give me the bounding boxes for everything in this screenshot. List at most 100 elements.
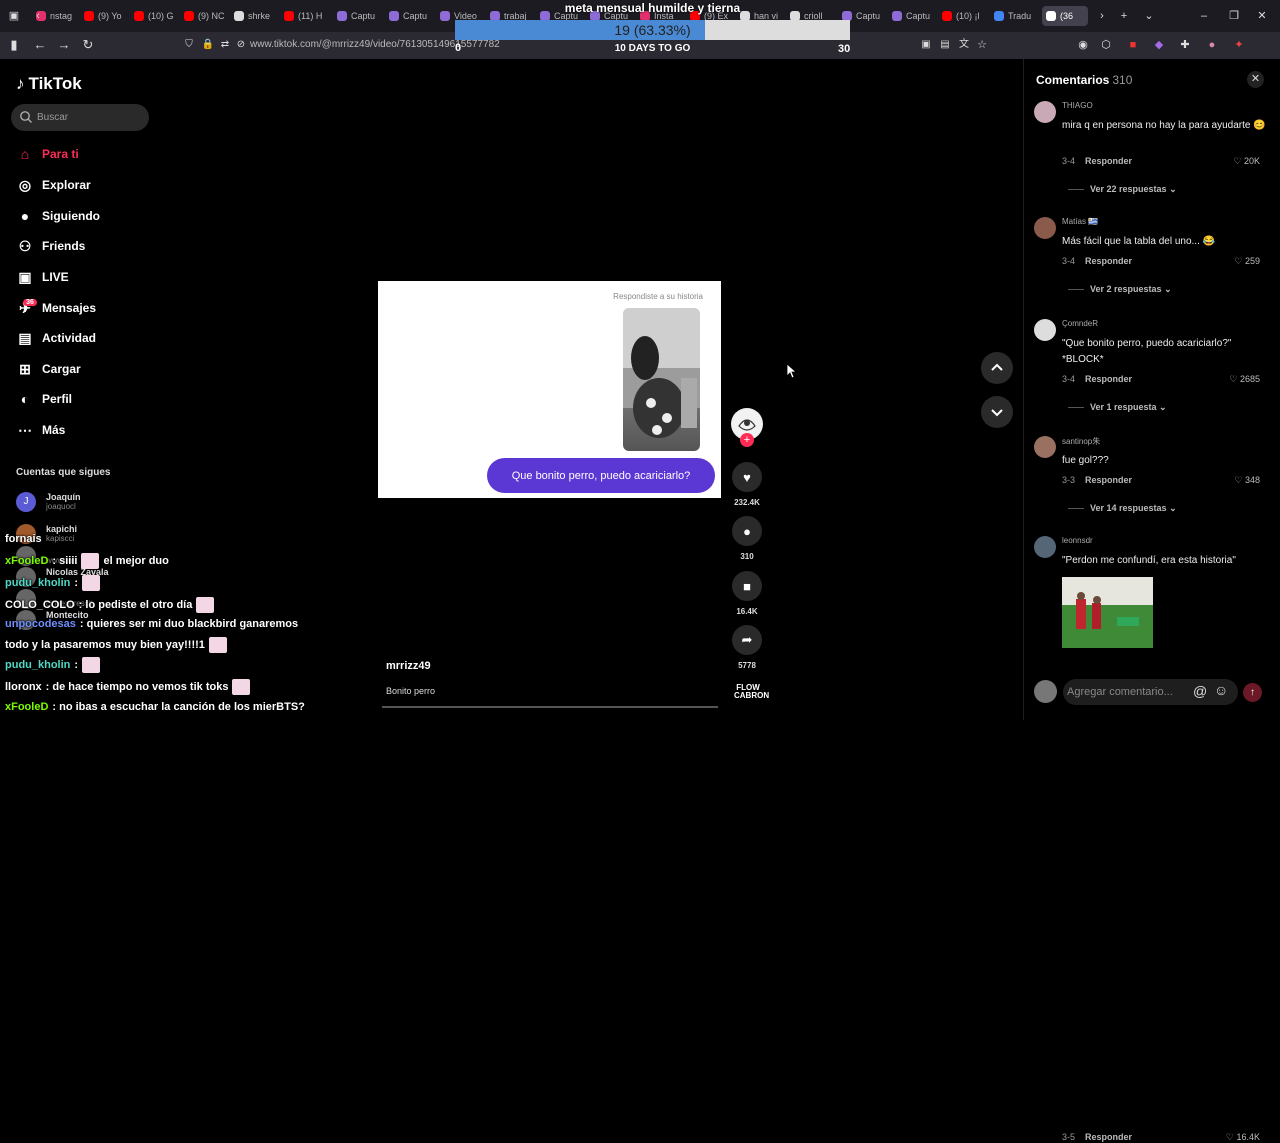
browser-tab[interactable]: (36 [1042, 6, 1088, 26]
reply-button[interactable]: Responder [1085, 374, 1132, 384]
tab-favicon-icon [184, 11, 194, 21]
close-window-icon[interactable]: ✕ [1254, 8, 1270, 24]
reply-button[interactable]: Responder [1085, 256, 1132, 266]
translate-icon[interactable]: 文 [956, 37, 972, 53]
comment-like-button[interactable]: ♡ 2685 [1229, 374, 1260, 385]
goal-progress-bar: 19 (63.33%) [455, 20, 850, 40]
sound-brand-logo[interactable]: FLOW CABRON [734, 684, 769, 700]
extension-icon[interactable]: ⬡ [1098, 37, 1114, 53]
profile-icon: ◐ [20, 391, 30, 407]
browser-tab[interactable]: (11) H [284, 6, 330, 26]
browser-tab[interactable]: (9) Yo [84, 6, 130, 26]
comment-username[interactable]: santinop朱 [1062, 436, 1100, 447]
tab-scroll-left-icon[interactable]: ‹ [30, 8, 46, 24]
comment-username[interactable]: ÇomndeR [1062, 319, 1098, 328]
search-icon [20, 111, 32, 123]
tab-scroll-right-icon[interactable]: › [1094, 8, 1110, 24]
save-button[interactable]: ■ 16.4K [732, 571, 762, 616]
reload-icon[interactable]: ↻ [80, 37, 96, 53]
sidebar-item-siguiendo[interactable]: ● Siguiendo [16, 205, 100, 227]
next-video-button[interactable] [981, 396, 1013, 428]
sidebar-item-perfil[interactable]: ◐ Perfil [16, 388, 72, 410]
browser-tab[interactable]: (9) NC [184, 6, 230, 26]
extension-icon[interactable]: ✦ [1231, 37, 1247, 53]
sidebar-item-más[interactable]: ⋯ Más [16, 419, 65, 441]
lock-icon[interactable]: 🔒 [200, 37, 216, 53]
sidebar-item-para-ti[interactable]: ⌂ Para ti [16, 143, 79, 165]
bookmark-star-icon[interactable]: ☆ [974, 37, 990, 53]
view-replies-button[interactable]: Ver 14 respuestas ⌄ [1068, 503, 1177, 514]
mention-icon[interactable]: @ [1193, 683, 1207, 699]
sidebar-item-live[interactable]: ▣ LIVE [16, 266, 68, 288]
view-replies-button[interactable]: Ver 1 respuesta ⌄ [1068, 402, 1167, 413]
comment-username[interactable]: THIAGO [1062, 101, 1093, 110]
comment-avatar[interactable] [1034, 536, 1056, 558]
extension-icon[interactable]: ● [1204, 37, 1220, 53]
comment-avatar[interactable] [1034, 436, 1056, 458]
tiktok-logo[interactable]: ♪ TikTok [16, 74, 82, 94]
comment-avatar[interactable] [1034, 217, 1056, 239]
url-bar[interactable]: www.tiktok.com/@mrrizz49/video/761305149… [250, 39, 500, 50]
browser-tab[interactable]: (10) ¡l [942, 6, 988, 26]
sidebar-item-explorar[interactable]: ◎ Explorar [16, 174, 91, 196]
comment-like-button[interactable]: ♡ 259 [1234, 256, 1260, 267]
browser-tab[interactable]: shrke [234, 6, 280, 26]
comment-input[interactable] [1067, 684, 1187, 700]
search-input[interactable] [37, 110, 137, 125]
reply-button[interactable]: Responder [1085, 156, 1132, 166]
puzzle-icon[interactable]: ✚ [1177, 37, 1193, 53]
comment-input-box[interactable]: @ ☺ [1063, 679, 1238, 705]
permissions-icon[interactable]: ⇄ [217, 37, 233, 53]
follow-button[interactable]: + [740, 433, 754, 447]
send-icon[interactable]: ↑ [1243, 683, 1262, 702]
blocked-icon[interactable]: ⊘ [233, 37, 249, 53]
share-button[interactable]: ➦ 5778 [732, 625, 762, 670]
reply-button[interactable]: Responder [1085, 475, 1132, 485]
browser-tab[interactable]: Tradu [994, 6, 1040, 26]
minimize-icon[interactable]: – [1196, 8, 1212, 24]
browser-tab[interactable]: (10) G [134, 6, 180, 26]
sidebar-toggle-icon[interactable]: ▮ [6, 37, 22, 53]
tab-menu-icon[interactable]: ⌄ [1141, 8, 1157, 24]
maximize-icon[interactable]: ❐ [1226, 8, 1242, 24]
video-progress-bar[interactable] [382, 706, 718, 708]
back-icon[interactable]: ← [32, 37, 48, 53]
comment-avatar[interactable] [1034, 101, 1056, 123]
comment-username[interactable]: leonnsdr [1062, 536, 1093, 545]
extension-icon[interactable]: ■ [1125, 37, 1141, 53]
comment-image[interactable] [1062, 577, 1153, 648]
comment-username[interactable]: Matías 🇺🇾 [1062, 217, 1098, 226]
forward-icon[interactable]: → [56, 37, 72, 53]
emoji-icon[interactable]: ☺ [1214, 682, 1228, 698]
sidebar-item-actividad[interactable]: ▤ Actividad [16, 327, 96, 349]
tab-label: Tradu [1008, 11, 1032, 21]
video-author[interactable]: mrrizz49 [386, 660, 431, 672]
browser-tab[interactable]: Captu [337, 6, 383, 26]
pip-icon[interactable]: ▣ [918, 37, 934, 53]
view-replies-label: Ver 1 respuesta [1090, 402, 1157, 412]
comment-like-button[interactable]: ♡ 20K [1233, 156, 1260, 167]
sidebar-item-mensajes[interactable]: ✈ 36 Mensajes [16, 297, 96, 319]
comment-like-button[interactable]: ♡ 16.4K [1226, 1132, 1260, 1143]
browser-tab[interactable]: Captu [892, 6, 938, 26]
new-tab-icon[interactable]: + [1116, 8, 1132, 24]
shield-icon[interactable]: ⛉ [181, 37, 197, 53]
video-player[interactable]: Respondiste a su historia Que bonito per… [378, 281, 721, 498]
view-replies-button[interactable]: Ver 2 respuestas ⌄ [1068, 284, 1172, 295]
account-icon[interactable]: ◉ [1075, 37, 1091, 53]
search-box[interactable] [11, 104, 149, 131]
previous-video-button[interactable] [981, 352, 1013, 384]
reply-button[interactable]: Responder [1085, 1132, 1132, 1142]
like-button[interactable]: ♥ 232.4K [732, 462, 762, 507]
comment-avatar[interactable] [1034, 319, 1056, 341]
tab-list-icon[interactable]: ▣ [6, 8, 22, 24]
reader-icon[interactable]: ▤ [937, 37, 953, 53]
comment-button[interactable]: ● 310 [732, 516, 762, 561]
comment-like-button[interactable]: ♡ 348 [1234, 475, 1260, 486]
browser-tab[interactable]: Captu [389, 6, 435, 26]
sidebar-item-cargar[interactable]: ⊞ Cargar [16, 358, 81, 380]
view-replies-button[interactable]: Ver 22 respuestas ⌄ [1068, 184, 1177, 195]
close-icon[interactable]: ✕ [1247, 71, 1264, 88]
sidebar-item-friends[interactable]: ⚇ Friends [16, 235, 86, 257]
extension-icon[interactable]: ◆ [1151, 37, 1167, 53]
